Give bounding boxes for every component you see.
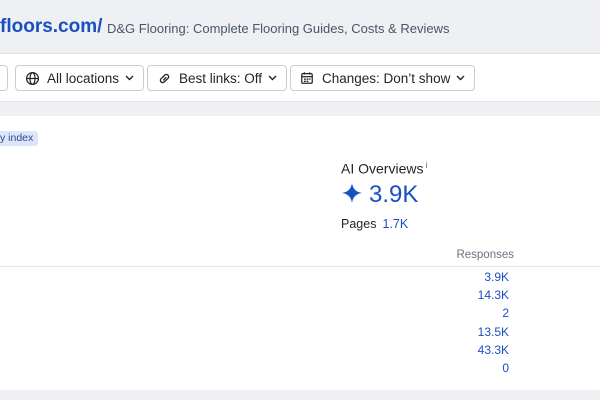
chevron-down-icon (456, 73, 466, 83)
responses-cell[interactable]: 13.5K (478, 325, 509, 339)
locations-label: All locations (47, 70, 120, 86)
index-tag: y index (0, 131, 39, 146)
responses-cell[interactable]: 2 (502, 306, 509, 320)
responses-cell[interactable]: 43.3K (478, 343, 509, 357)
table-row: 13.5K (0, 322, 600, 340)
site-title: D&G Flooring: Complete Flooring Guides, … (107, 21, 450, 36)
table-row: 14.3K (0, 285, 600, 303)
responses-table: 3.9K 14.3K 2 13.5K 43.3K 0 (0, 267, 600, 376)
table-row: 2 (0, 303, 600, 321)
site-url-link[interactable]: floors.com/ (0, 16, 102, 38)
responses-cell[interactable]: 14.3K (478, 288, 509, 302)
calendar-icon (299, 70, 315, 86)
best-links-dropdown[interactable]: Best links: Off (147, 65, 288, 91)
pages-label: Pages (341, 217, 377, 231)
locations-dropdown[interactable]: All locations (15, 65, 145, 91)
changes-label: Changes: Don’t show (322, 70, 451, 86)
overview-card: y index AI Overviews i 3.9K Pages 1.7K Res… (0, 116, 600, 390)
table-row: 3.9K (0, 267, 600, 285)
pages-value[interactable]: 1.7K (382, 217, 408, 231)
best-links-label: Best links: Off (179, 70, 263, 86)
link-icon (156, 70, 172, 86)
bottom-spacer (0, 390, 600, 400)
section-spacer (0, 102, 600, 116)
table-row: 43.3K (0, 340, 600, 358)
chevron-down-icon (268, 73, 278, 83)
table-row: 0 (0, 358, 600, 376)
truncated-filter-button[interactable] (0, 65, 8, 91)
responses-cell[interactable]: 3.9K (484, 270, 509, 284)
changes-dropdown[interactable]: Changes: Don’t show (290, 65, 476, 91)
pages-metric: Pages 1.7K (341, 217, 408, 231)
filter-toolbar: All locations Best links: Off Changes: D… (0, 54, 600, 102)
responses-column-header[interactable]: Responses (456, 249, 514, 261)
table-header: Responses (0, 243, 600, 267)
ai-overviews-title: AI Overviews i (341, 160, 427, 177)
responses-cell[interactable]: 0 (502, 361, 509, 375)
ai-overviews-value[interactable]: 3.9K (369, 181, 418, 209)
page-header: floors.com/ D&G Flooring: Complete Floor… (0, 0, 600, 54)
info-icon[interactable]: i (425, 160, 427, 170)
ai-overviews-label: AI Overviews (341, 160, 424, 177)
sparkle-icon (341, 182, 363, 209)
globe-icon (24, 70, 40, 86)
chevron-down-icon (125, 73, 135, 83)
ai-overviews-metric: 3.9K (341, 180, 418, 210)
